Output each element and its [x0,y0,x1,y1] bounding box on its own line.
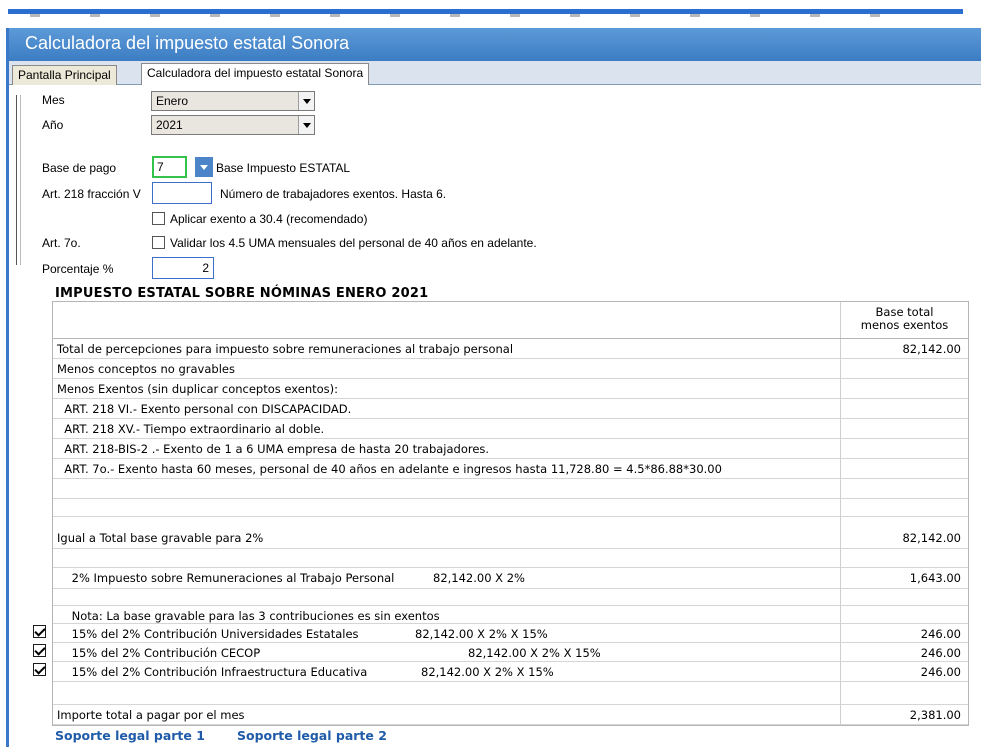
row-checkbox[interactable] [33,663,46,676]
row-description: Nota: La base gravable para las 3 contri… [57,609,440,623]
table-row [53,682,968,705]
base-pago-dropdown-chevron-icon[interactable] [195,157,213,177]
validar-label: Validar los 4.5 UMA mensuales del person… [170,236,537,250]
left-window-edge [0,28,9,747]
row-description: 15% del 2% Contribución CECOP [57,646,261,660]
porcentaje-input[interactable]: 2 [152,257,214,279]
column-header-line2: menos exentos [860,318,949,332]
row-description: Igual a Total base gravable para 2% [57,531,264,545]
row-value: 246.00 [920,627,961,641]
anio-value: 2021 [156,118,183,132]
aplicar-label: Aplicar exento a 30.4 (recomendado) [170,212,368,226]
window-title: Calculadora del impuesto estatal Sonora [9,28,981,61]
aplicar-checkbox[interactable] [152,212,165,225]
row-value: 82,142.00 [902,342,961,356]
anio-select[interactable]: 2021 [151,115,315,135]
table-row [53,589,968,606]
table-row [53,549,968,568]
row-description: ART. 218-BIS-2 .- Exento de 1 a 6 UMA em… [57,442,490,456]
porcentaje-label: Porcentaje % [42,262,114,276]
anio-dropdown-chevron-icon[interactable] [298,116,314,134]
table-row: Nota: La base gravable para las 3 contri… [53,606,968,624]
table-row: ART. 218-BIS-2 .- Exento de 1 a 6 UMA em… [53,439,968,459]
top-strip-ticks [30,14,880,17]
row-description: 15% del 2% Contribución Infraestructura … [57,665,368,679]
mes-dropdown-chevron-icon[interactable] [298,92,314,110]
mes-label: Mes [42,93,65,107]
row-description: Total de percepciones para impuesto sobr… [57,342,514,356]
table-row: Igual a Total base gravable para 2% 82,14… [53,517,968,549]
left-splitter[interactable] [16,95,21,265]
column-header: Base total menos exentos [841,302,968,338]
link-soporte-legal-1[interactable]: Soporte legal parte 1 [55,728,205,743]
art7-label: Art. 7o. [42,236,81,250]
row-description: ART. 218 XV.- Tiempo extraordinario al d… [57,422,325,436]
anio-label: Año [42,118,64,132]
row-calculation: 82,142.00 X 2% X 15% [468,646,601,660]
row-calculation: 82,142.00 X 2% X 15% [421,665,554,679]
row-calculation: 82,142.00 X 2% X 15% [415,627,548,641]
table-row: 2% Impuesto sobre Remuneraciones al Trab… [53,568,968,589]
art218-label: Art. 218 fracción V [42,187,141,201]
report-title: IMPUESTO ESTATAL SOBRE NÓMINAS ENERO 202… [55,286,429,301]
row-value: 1,643.00 [909,571,961,585]
row-value: 82,142.00 [902,531,961,545]
table-row [53,499,968,517]
table-row: ART. 218 XV.- Tiempo extraordinario al d… [53,419,968,439]
table-row [53,479,968,499]
table-row: Menos Exentos (sin duplicar conceptos ex… [53,379,968,399]
mes-value: Enero [156,94,189,108]
row-description: 15% del 2% Contribución Universidades Es… [57,627,359,641]
row-description: ART. 7o.- Exento hasta 60 meses, persona… [57,462,722,476]
table-row: 15% del 2% Contribución CECOP 82,142.00 X… [53,643,968,662]
row-description: ART. 218 VI.- Exento personal con DISCAP… [57,402,352,416]
row-description: Menos Exentos (sin duplicar conceptos ex… [57,382,339,396]
row-calculation: 82,142.00 X 2% [433,571,525,585]
table-row: Total de percepciones para impuesto sobr… [53,339,968,359]
table-row: 15% del 2% Contribución Infraestructura … [53,662,968,682]
table-row: Importe total a pagar por el mes 2,381.00 [53,705,968,725]
base-pago-input[interactable]: 7 [152,156,187,178]
art218-description: Número de trabajadores exentos. Hasta 6. [220,187,447,201]
table-row: Menos conceptos no gravables [53,359,968,379]
mes-select[interactable]: Enero [151,91,315,111]
art218-input[interactable] [152,182,212,204]
top-window-strip [0,0,981,28]
validar-checkbox[interactable] [152,236,165,249]
table-row: 15% del 2% Contribución Universidades Es… [53,624,968,643]
row-value: 246.00 [920,646,961,660]
base-pago-description: Base Impuesto ESTATAL [216,161,351,175]
row-value: 2,381.00 [909,708,961,722]
tab-bar: Pantalla Principal Calculadora del impue… [9,61,981,85]
row-checkbox[interactable] [33,625,46,638]
table-row: ART. 7o.- Exento hasta 60 meses, persona… [53,459,968,479]
report-table: Base total menos exentos Total de percep… [52,301,969,726]
row-description: 2% Impuesto sobre Remuneraciones al Trab… [57,571,395,585]
tab-pantalla-principal[interactable]: Pantalla Principal [12,65,117,85]
main-pane: Mes Enero Año 2021 Base de pago 7 Base I… [9,85,981,747]
link-soporte-legal-2[interactable]: Soporte legal parte 2 [237,728,387,743]
table-row: ART. 218 VI.- Exento personal con DISCAP… [53,399,968,419]
row-description: Importe total a pagar por el mes [57,708,245,722]
row-checkbox[interactable] [33,644,46,657]
row-description: Menos conceptos no gravables [57,362,235,376]
row-value: 246.00 [920,665,961,679]
tab-calculadora[interactable]: Calculadora del impuesto estatal Sonora [141,63,370,85]
base-pago-label: Base de pago [42,161,117,175]
